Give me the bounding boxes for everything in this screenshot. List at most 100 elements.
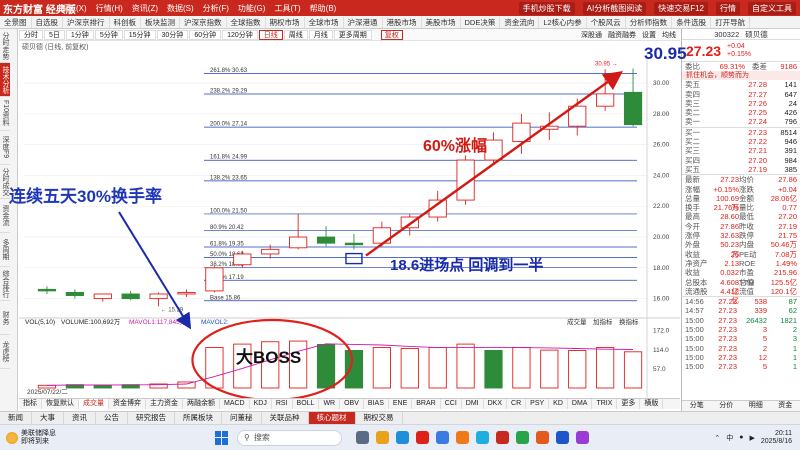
top-tool-0[interactable]: 手机炒股下载 xyxy=(518,1,575,15)
kline-chart[interactable]: 261.8% 30.63 238.2% 29.29 200.0% 27.14 161.… xyxy=(19,52,680,398)
browser-icon[interactable] xyxy=(436,431,449,444)
indicator-tab-16[interactable]: DMI xyxy=(462,399,484,409)
purple-app-icon[interactable] xyxy=(576,431,589,444)
indicator-tab-8[interactable]: RSI xyxy=(272,399,293,409)
indicator-tab-19[interactable]: PSY xyxy=(526,399,550,409)
app-tab-0[interactable]: 新闻 xyxy=(0,412,32,424)
indicator-tab-4[interactable]: 主力资金 xyxy=(146,399,183,409)
indicator-tab-23[interactable]: 更多 xyxy=(617,399,641,409)
menu-item-3[interactable]: 数据(S) xyxy=(167,3,194,14)
edge-icon[interactable] xyxy=(396,431,409,444)
nav-item-2[interactable]: 沪深京排行 xyxy=(63,16,110,28)
sidebar-item-7[interactable]: 综合排行 xyxy=(0,267,10,301)
period-5[interactable]: 30分钟 xyxy=(156,29,189,40)
panel-tab-1[interactable]: 分价 xyxy=(712,401,742,411)
indicator-tab-12[interactable]: BIAS xyxy=(364,399,389,409)
news-widget[interactable]: 美联储降息 即将到来 xyxy=(0,430,140,446)
period-9[interactable]: 周线 xyxy=(283,29,308,40)
indicator-tab-20[interactable]: KD xyxy=(549,399,568,409)
top-tool-2[interactable]: 快速交易F12 xyxy=(654,1,708,15)
app-tab-4[interactable]: 研究报告 xyxy=(128,412,175,424)
menu-item-1[interactable]: 行情(H) xyxy=(96,3,123,14)
wifi-icon[interactable]: ● xyxy=(739,434,743,441)
task-view-icon[interactable] xyxy=(356,431,369,444)
app-icon[interactable] xyxy=(456,431,469,444)
nav-item-15[interactable]: 个股风云 xyxy=(587,16,626,28)
news-bar[interactable]: 抓住机会，顺势而为 xyxy=(682,71,800,81)
app-tab-6[interactable]: 问董秘 xyxy=(222,412,262,424)
chevron-up-icon[interactable]: ⌃ xyxy=(714,434,720,442)
indicator-tab-15[interactable]: CCI xyxy=(441,399,462,409)
top-tool-4[interactable]: 自定义工具 xyxy=(748,1,796,15)
top-tool-1[interactable]: AI分析截图阅读 xyxy=(582,1,647,15)
app-tab-1[interactable]: 大事 xyxy=(32,412,64,424)
period-7[interactable]: 120分钟 xyxy=(222,29,258,40)
period-4[interactable]: 15分钟 xyxy=(123,29,156,40)
period-6[interactable]: 60分钟 xyxy=(189,29,222,40)
period-3[interactable]: 5分钟 xyxy=(94,29,123,40)
toolbar-right-2[interactable]: 设置 xyxy=(642,30,656,40)
toolbar-right-1[interactable]: 融资融券 xyxy=(608,30,636,40)
nav-item-0[interactable]: 全景图 xyxy=(0,16,32,28)
nav-item-5[interactable]: 沪深京指数 xyxy=(180,16,227,28)
input-language[interactable]: 中 xyxy=(726,433,733,443)
period-11[interactable]: 更多周期 xyxy=(333,29,372,40)
menu-item-7[interactable]: 帮助(B) xyxy=(310,3,337,14)
panel-tab-2[interactable]: 明细 xyxy=(741,401,771,411)
sidebar-item-6[interactable]: 多周期 xyxy=(0,233,10,267)
fuquan-button[interactable]: 复权 xyxy=(380,29,403,40)
app-tab-7[interactable]: 关联品种 xyxy=(262,412,309,424)
sidebar-item-8[interactable]: 财务 xyxy=(0,301,10,335)
indicator-tab-3[interactable]: 资金博弈 xyxy=(109,399,146,409)
nav-item-7[interactable]: 期权市场 xyxy=(266,16,305,28)
indicator-tab-1[interactable]: 恢复默认 xyxy=(42,399,79,409)
menu-item-5[interactable]: 功能(G) xyxy=(238,3,266,14)
period-10[interactable]: 月线 xyxy=(308,29,333,40)
sidebar-item-3[interactable]: 深度F9 xyxy=(0,131,10,165)
menu-item-4[interactable]: 分析(F) xyxy=(203,3,229,14)
period-2[interactable]: 1分钟 xyxy=(65,29,94,40)
indicator-tab-13[interactable]: ENE xyxy=(389,399,413,409)
volume-icon[interactable]: ▶ xyxy=(749,434,754,442)
period-0[interactable]: 分时 xyxy=(19,29,43,40)
indicator-tab-18[interactable]: CR xyxy=(507,399,527,409)
indicator-tab-10[interactable]: WR xyxy=(319,399,341,409)
panel-tab-0[interactable]: 分笔 xyxy=(682,401,712,411)
blue-app-icon[interactable] xyxy=(556,431,569,444)
period-8[interactable]: 日线 xyxy=(258,29,283,40)
nav-item-18[interactable]: 打开导航 xyxy=(711,16,751,28)
panel-tab-3[interactable]: 资金 xyxy=(771,401,800,411)
qq-icon[interactable] xyxy=(476,431,489,444)
app-tab-8[interactable]: 核心题材 xyxy=(308,412,356,424)
nav-item-12[interactable]: DDE决策 xyxy=(461,16,501,28)
indicator-tab-6[interactable]: MACD xyxy=(220,399,250,409)
clock[interactable]: 20:11 2025/8/16 xyxy=(761,430,792,446)
indicator-tab-22[interactable]: TRIX xyxy=(592,399,618,409)
indicator-tab-7[interactable]: KDJ xyxy=(250,399,272,409)
sidebar-item-2[interactable]: F10资料 xyxy=(0,97,10,131)
nav-item-14[interactable]: L2核心内参 xyxy=(539,16,587,28)
nav-item-11[interactable]: 美股市场 xyxy=(422,16,461,28)
nav-item-1[interactable]: 自选股 xyxy=(32,16,63,28)
toolbar-right-0[interactable]: 深股通 xyxy=(581,30,602,40)
app-tab-9[interactable]: 期权交易 xyxy=(356,412,403,424)
nav-item-6[interactable]: 全球指数 xyxy=(227,16,266,28)
period-1[interactable]: 5日 xyxy=(44,29,65,40)
sidebar-item-0[interactable]: 分时走势 xyxy=(0,29,10,63)
nav-item-9[interactable]: 沪深港通 xyxy=(344,16,383,28)
indicator-tab-14[interactable]: BRAR xyxy=(412,399,441,409)
indicator-tab-2[interactable]: 成交量 xyxy=(79,399,109,409)
sidebar-item-1[interactable]: 技术分析 xyxy=(0,63,10,97)
app-tab-5[interactable]: 所属板块 xyxy=(175,412,222,424)
eastmoney-icon[interactable] xyxy=(496,431,509,444)
indicator-tab-21[interactable]: DMA xyxy=(568,399,593,409)
nav-item-8[interactable]: 全球市场 xyxy=(305,16,344,28)
nav-item-4[interactable]: 板块监测 xyxy=(141,16,180,28)
toolbar-right-3[interactable]: 均线 xyxy=(662,30,676,40)
wechat-icon[interactable] xyxy=(516,431,529,444)
nav-item-3[interactable]: 科创板 xyxy=(110,16,141,28)
file-explorer-icon[interactable] xyxy=(376,431,389,444)
menu-item-2[interactable]: 资讯(Z) xyxy=(132,3,158,14)
indicator-tab-24[interactable]: 横版 xyxy=(640,399,664,409)
stock-app-icon[interactable] xyxy=(536,431,549,444)
